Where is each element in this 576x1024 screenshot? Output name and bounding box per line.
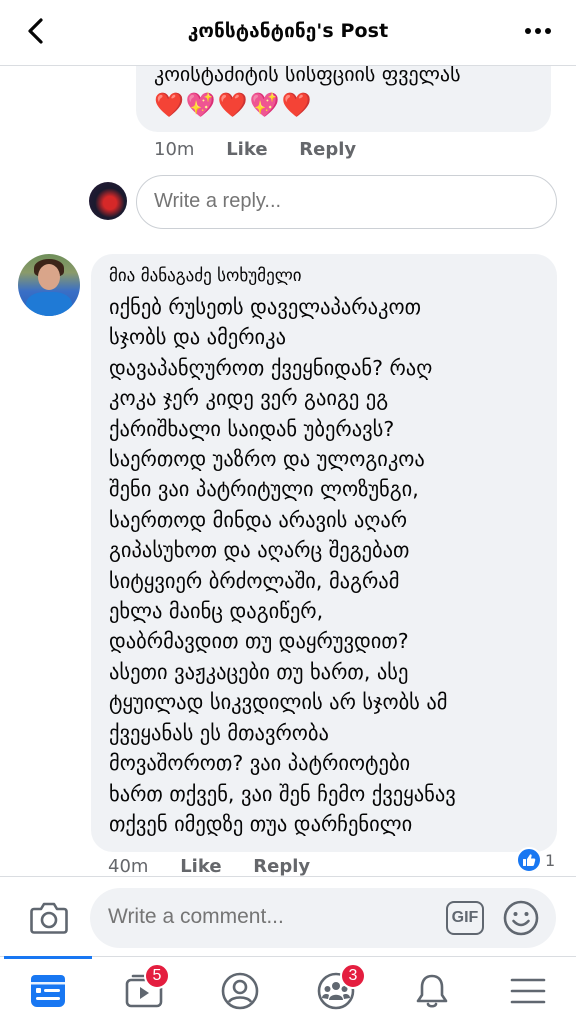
comment-bubble: მია მანაგაძე სოხუმელი იქნებ რუსეთს დაველ…	[91, 254, 557, 852]
comment-line: დავაპანღუროთ ქვეყნიდან? რაღ	[109, 355, 433, 380]
comment-line: ასეთი ვაჟკაცები თუ ხართ, ასე	[109, 659, 409, 684]
comment-bubble: კოისტაძიტის სისფციის ფველას ❤️💖❤️💖❤️	[136, 66, 551, 132]
comments-thread[interactable]: კოისტაძიტის სისფციის ფველას ❤️💖❤️💖❤️ 10m…	[0, 66, 576, 876]
comment-line: ეხლა მაინც დაგიწერ,	[109, 599, 324, 624]
nav-item-notifications[interactable]	[384, 957, 480, 1024]
nav-item-menu[interactable]	[480, 957, 576, 1024]
comment-line: კოკა ჯერ კიდე ვერ გაიგე ეგ	[109, 386, 389, 411]
comment-line: გიპასუხოთ და აღარც შეგებათ	[109, 538, 410, 563]
comment-line: სიტყვიერ ბრძოლაში, მაგრამ	[109, 568, 400, 593]
comment-line: მოვაშოროთ? ვაი პატრიოტები	[109, 751, 411, 776]
gif-button[interactable]: GIF	[446, 901, 484, 935]
comment-line: იქნებ რუსეთს დაველაპარაკოთ	[109, 295, 422, 319]
reply-button[interactable]: Reply	[299, 139, 356, 160]
comment-line: დაბრმავდით თუ დაყრუვდით?	[109, 629, 409, 654]
page-title: კონსტანტინე's Post	[187, 20, 389, 42]
comment-line: ქვეყანას ეს მთავრობა	[109, 720, 329, 745]
reply-field[interactable]	[136, 175, 557, 229]
comment-meta: 40m Like Reply	[108, 856, 336, 876]
emoji-icon[interactable]	[502, 899, 540, 937]
news-feed-icon	[31, 975, 65, 1007]
avatar[interactable]	[18, 254, 80, 316]
post-header: კონსტანტინე's Post	[0, 0, 576, 66]
comment-text: იქნებ რუსეთს დაველაპარაკოთ სჯობს და ამერ…	[109, 292, 549, 839]
comment-line: საერთოდ უაზრო და ულოგიკოა	[109, 447, 425, 472]
comment-line: სჯობს და ამერიკა	[109, 325, 286, 350]
reply-button[interactable]: Reply	[253, 856, 310, 876]
comment-line: შენი ვაი პატრიტული ლოზუნგი,	[109, 477, 419, 502]
comment-line: ხართ თქვენ, ვაი შენ ჩემო ქვეყანავ	[109, 781, 456, 806]
more-options-icon[interactable]	[522, 20, 554, 42]
comment-input[interactable]	[108, 905, 438, 929]
notification-badge: 5	[144, 963, 170, 989]
notification-badge: 3	[340, 963, 366, 989]
camera-icon[interactable]	[29, 899, 69, 935]
menu-icon	[510, 978, 546, 1004]
reaction-summary[interactable]: 1	[516, 845, 555, 875]
comment-text: კოისტაძიტის სისფციის ფველას	[154, 66, 461, 86]
nav-item-news-feed[interactable]	[0, 956, 96, 1024]
like-button[interactable]: Like	[180, 856, 221, 876]
nav-item-groups[interactable]: 3	[288, 957, 384, 1024]
comment-line: ქარიშხალი საიდან უბერავს?	[109, 416, 395, 441]
thumbs-up-icon	[516, 847, 542, 873]
bell-icon	[416, 974, 448, 1008]
nav-item-watch[interactable]: 5	[96, 957, 192, 1024]
nav-item-profile[interactable]	[192, 957, 288, 1024]
reply-input[interactable]	[154, 190, 544, 213]
comment-line: თქვენ იმედზე თუა დარჩენილი	[109, 811, 413, 836]
comment-time: 10m	[154, 139, 195, 160]
profile-icon	[221, 972, 259, 1010]
bottom-navigation: 5 3	[0, 956, 576, 1024]
heart-emojis: ❤️💖❤️💖❤️	[154, 91, 314, 119]
comment-time: 40m	[108, 856, 149, 876]
comment-line: საერთოდ მინდა არავის აღარ	[109, 507, 408, 532]
like-button[interactable]: Like	[226, 139, 267, 160]
reaction-count: 1	[545, 850, 556, 870]
avatar[interactable]	[89, 182, 127, 220]
comment-meta: 10m Like Reply	[154, 139, 382, 160]
comment-composer: GIF	[0, 876, 576, 956]
comment-line: ტყუილად სიკვდილის არ სჯობს ამ	[109, 690, 448, 715]
comment-field[interactable]: GIF	[90, 888, 556, 948]
comment-author[interactable]: მია მანაგაძე სოხუმელი	[109, 266, 302, 286]
